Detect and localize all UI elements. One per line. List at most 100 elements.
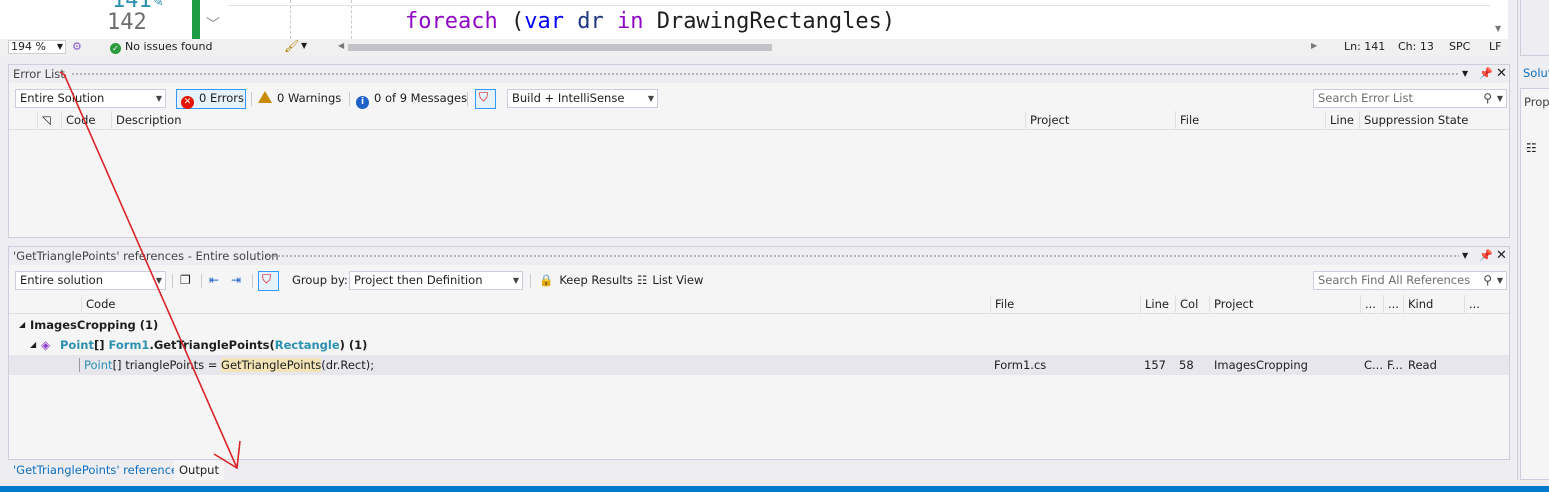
code-editor[interactable]: 141 ✎ 142 ﹀ foreach (var dr in DrawingRe… [0,0,1508,39]
tab-references[interactable]: 'GetTrianglePoints' references [8,460,189,480]
close-icon[interactable]: ✕ [1496,65,1507,83]
column-project[interactable]: Project [1209,295,1360,314]
tab-solution-explorer[interactable]: Solut [1523,66,1549,80]
copy-icon[interactable]: ❐ [180,271,191,290]
horizontal-scrollbar-thumb[interactable] [348,44,772,51]
column-suppression-state[interactable]: Suppression State [1359,111,1487,130]
group-by-dropdown[interactable]: Project then Definition ▼ [349,271,523,290]
error-list-panel: Error List ▼ 📌 ✕ Entire Solution ▼ ✕ 0 Err… [8,64,1510,238]
window-position-dropdown-icon[interactable]: ▼ [1462,247,1468,265]
scroll-right-arrow-icon[interactable]: ▶ [1311,41,1317,50]
column-file[interactable]: File [1175,111,1325,130]
column-description[interactable]: Description [111,111,1025,130]
warning-icon [258,91,272,103]
issues-indicator[interactable]: ✓ No issues found [110,40,212,54]
result-project: ImagesCropping [1214,358,1308,372]
toolbar-separator [349,92,350,106]
expand-all-icon[interactable]: ⇥ [231,271,241,290]
tree-group-project[interactable]: ◢ ImagesCropping (1) [9,315,1509,335]
line-indicator[interactable]: Ln: 141 [1344,40,1385,54]
references-scope-value: Entire solution [20,273,104,287]
group-project-name: ImagesCropping [30,318,136,332]
collapse-chevron-icon[interactable]: ﹀ [206,14,220,34]
references-scope-dropdown[interactable]: Entire solution ▼ [15,271,166,290]
search-error-list-input[interactable]: Search Error List ⚲ ▼ [1313,89,1507,108]
tree-group-definition[interactable]: ◢ ◈ Point[] Form1.GetTrianglePoints(Rect… [9,335,1509,355]
references-title-bar[interactable]: 'GetTrianglePoints' references - Entire … [9,247,1509,265]
column-project[interactable]: Project [1025,111,1175,130]
filter-icon: ⛉ [479,90,489,104]
column-kind[interactable]: Kind [1403,295,1464,314]
scroll-up-arrow-icon[interactable]: ▼ [1495,24,1501,33]
drag-grip[interactable] [71,72,1459,77]
references-list-body[interactable]: ◢ ImagesCropping (1) ◢ ◈ Point[] Form1.G… [9,315,1509,459]
ide-status-bar [0,486,1549,492]
line-ending-indicator[interactable]: LF [1489,40,1501,54]
column-more-2[interactable]: ... [1383,295,1403,314]
build-source-value: Build + IntelliSense [512,91,625,105]
column-line[interactable]: Line [1325,111,1359,130]
errors-count: 0 Errors [199,91,244,105]
editor-status-bar: 194 % ▼ ⚙ ✓ No issues found 🖌 ▼ ◀ ▶ Ln: 14… [0,39,1508,56]
find-references-panel: 'GetTrianglePoints' references - Entire … [8,246,1510,460]
column-code[interactable]: Code [81,295,990,314]
column-file[interactable]: File [990,295,1140,314]
drag-grip[interactable] [261,254,1459,259]
code-cleanup-icon[interactable]: ⚙ [72,40,82,53]
column-indicator[interactable]: Ch: 13 [1398,40,1434,54]
expand-triangle-icon[interactable]: ◢ [30,335,36,355]
def-close: ) [339,338,345,352]
messages-filter-button[interactable]: i 0 of 9 Messages [356,89,468,109]
chevron-down-icon: ▼ [56,42,63,51]
filter-toggle-button[interactable]: ⛉ [258,271,279,291]
scroll-left-arrow-icon[interactable]: ◀ [338,41,344,50]
filter-toggle-button[interactable]: ⛉ [475,89,496,109]
tree-line [79,358,80,372]
result-col: 58 [1179,358,1194,372]
column-sort-icon[interactable]: ◹ [37,111,61,130]
error-scope-dropdown[interactable]: Entire Solution ▼ [15,89,166,108]
column-code[interactable]: Code [61,111,111,130]
code-line[interactable]: foreach (var dr in DrawingRectangles) [405,9,895,34]
error-list-toolbar: Entire Solution ▼ ✕ 0 Errors 0 Warnings i0… [9,83,1509,111]
list-view-button[interactable]: ☷ List View [637,271,703,290]
categorized-icon[interactable]: ☷ [1526,141,1537,155]
keep-results-button[interactable]: 🔒 Keep Results [539,271,633,290]
result-more-2: F... [1387,358,1403,372]
tab-output[interactable]: Output [174,460,224,480]
close-icon[interactable]: ✕ [1496,247,1507,265]
toolbar-separator [251,92,252,106]
window-position-dropdown-icon[interactable]: ▼ [1462,65,1468,83]
build-source-dropdown[interactable]: Build + IntelliSense ▼ [507,89,658,108]
column-line[interactable]: Line [1140,295,1175,314]
column-more-1[interactable]: ... [1360,295,1383,314]
error-scope-value: Entire Solution [20,91,105,105]
warnings-filter-button[interactable]: 0 Warnings [258,89,341,108]
group-by-label: Group by: [292,273,348,287]
change-tracking-bar [192,0,200,39]
reference-result-row[interactable]: Point[] trianglePoints = GetTrianglePoin… [9,355,1509,375]
toolbar-separator [252,274,253,288]
expand-triangle-icon[interactable]: ◢ [19,315,25,335]
messages-count: 0 of 9 Messages [374,91,468,105]
whitespace-indicator[interactable]: SPC [1449,40,1470,54]
search-references-input[interactable]: Search Find All References ⚲ ▼ [1313,271,1507,290]
error-list-title-bar[interactable]: Error List ▼ 📌 ✕ [9,65,1509,83]
method-icon: ◈ [41,338,51,352]
column-more-3[interactable]: ... [1464,295,1487,314]
keyword-foreach: foreach [405,9,498,34]
collapse-all-icon[interactable]: ⇤ [209,271,219,290]
zoom-dropdown[interactable]: 194 % ▼ [8,40,66,54]
brush-icon[interactable]: 🖌 [284,39,299,53]
result-file: Form1.cs [994,358,1047,372]
chevron-down-icon[interactable]: ▼ [301,41,307,50]
pin-icon[interactable]: 📌 [1479,247,1493,265]
column-col[interactable]: Col [1175,295,1209,314]
properties-title[interactable]: Prope [1524,95,1549,109]
def-method: GetTrianglePoints [153,338,270,352]
toolbar-separator [530,274,531,288]
pin-icon[interactable]: 📌 [1479,65,1493,83]
references-toolbar: Entire solution ▼ ❐ ⇤ ⇥ ⛉ Group by: Proje… [9,265,1509,293]
error-list-body[interactable] [9,131,1509,237]
properties-panel: Prope ☷ [1520,88,1549,480]
